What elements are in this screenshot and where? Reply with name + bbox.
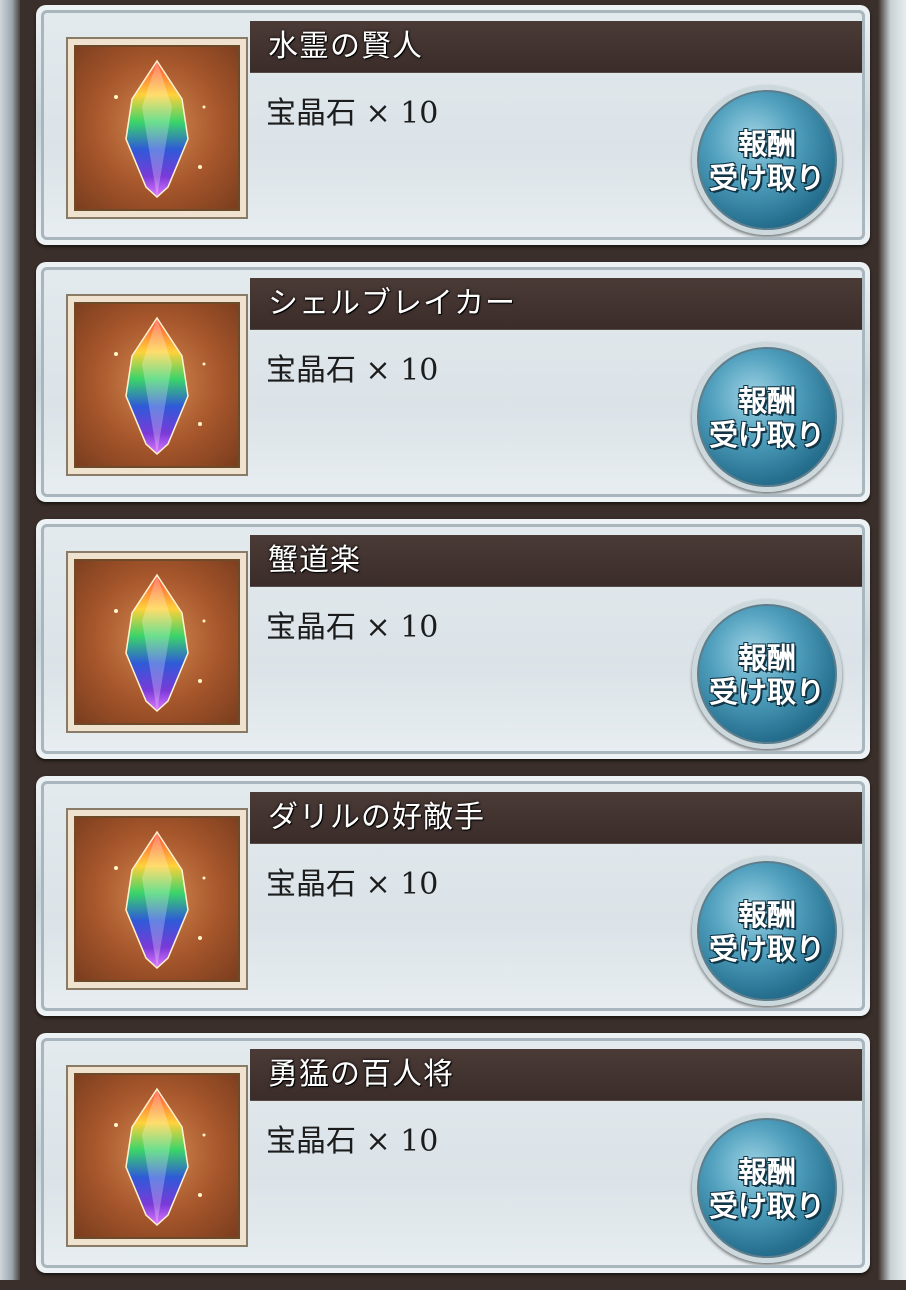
claim-button-label-line1: 報酬: [737, 641, 796, 675]
rainbow-crystal-icon: [74, 816, 240, 982]
card-body: 蟹道楽 宝晶石 × 10 報酬 受け取り: [41, 524, 865, 754]
card-body: ダリルの好敵手 宝晶石 × 10 報酬 受け取り: [41, 781, 865, 1011]
item-title: 水霊の賢人: [268, 29, 423, 64]
reward-card: 勇猛の百人将 宝晶石 × 10 報酬 受け取り: [36, 1033, 870, 1273]
item-title-bar: ダリルの好敵手: [250, 792, 862, 844]
item-title: 蟹道楽: [268, 543, 361, 578]
item-thumbnail: [66, 551, 248, 733]
item-title-bar: 勇猛の百人将: [250, 1049, 862, 1101]
rainbow-crystal-icon: [74, 45, 240, 211]
claim-button-label-line1: 報酬: [737, 127, 796, 161]
reward-card: シェルブレイカー 宝晶石 × 10 報酬 受け取り: [36, 262, 870, 502]
claim-button-label-line2: 受け取り: [708, 932, 825, 966]
card-body: 水霊の賢人 宝晶石 × 10 報酬 受け取り: [41, 10, 865, 240]
reward-card: ダリルの好敵手 宝晶石 × 10 報酬 受け取り: [36, 776, 870, 1016]
card-body: 勇猛の百人将 宝晶石 × 10 報酬 受け取り: [41, 1038, 865, 1268]
reward-amount: 宝晶石 × 10: [266, 610, 439, 645]
item-title: 勇猛の百人将: [268, 1057, 454, 1092]
item-thumbnail: [66, 294, 248, 476]
reward-amount: 宝晶石 × 10: [266, 96, 439, 131]
rainbow-crystal-icon: [74, 302, 240, 468]
item-thumbnail: [66, 37, 248, 219]
claim-button-label-line2: 受け取り: [708, 675, 825, 709]
claim-button-label-line1: 報酬: [737, 898, 796, 932]
claim-reward-button[interactable]: 報酬 受け取り: [692, 85, 842, 235]
item-title-bar: 水霊の賢人: [250, 21, 862, 73]
item-title: シェルブレイカー: [268, 286, 516, 321]
claim-reward-button[interactable]: 報酬 受け取り: [692, 599, 842, 749]
claim-reward-button[interactable]: 報酬 受け取り: [692, 342, 842, 492]
left-frame-edge: [0, 0, 20, 1280]
rainbow-crystal-icon: [74, 1073, 240, 1239]
item-title-bar: シェルブレイカー: [250, 278, 862, 330]
rainbow-crystal-icon: [74, 559, 240, 725]
scrollbar[interactable]: [878, 0, 906, 1280]
reward-card: 蟹道楽 宝晶石 × 10 報酬 受け取り: [36, 519, 870, 759]
reward-card: 水霊の賢人 宝晶石 × 10 報酬 受け取り: [36, 5, 870, 245]
claim-button-label-line2: 受け取り: [708, 418, 825, 452]
reward-amount: 宝晶石 × 10: [266, 1124, 439, 1159]
item-title: ダリルの好敵手: [268, 800, 485, 835]
reward-amount: 宝晶石 × 10: [266, 353, 439, 388]
item-thumbnail: [66, 1065, 248, 1247]
card-body: シェルブレイカー 宝晶石 × 10 報酬 受け取り: [41, 267, 865, 497]
claim-button-label-line1: 報酬: [737, 384, 796, 418]
claim-button-label-line2: 受け取り: [708, 1189, 825, 1223]
item-thumbnail: [66, 808, 248, 990]
claim-button-label-line1: 報酬: [737, 1155, 796, 1189]
claim-button-label-line2: 受け取り: [708, 161, 825, 195]
claim-reward-button[interactable]: 報酬 受け取り: [692, 1113, 842, 1263]
item-title-bar: 蟹道楽: [250, 535, 862, 587]
claim-reward-button[interactable]: 報酬 受け取り: [692, 856, 842, 1006]
reward-list: 水霊の賢人 宝晶石 × 10 報酬 受け取り シェルブレイカー 宝晶石 × 10…: [36, 5, 870, 1290]
reward-amount: 宝晶石 × 10: [266, 867, 439, 902]
